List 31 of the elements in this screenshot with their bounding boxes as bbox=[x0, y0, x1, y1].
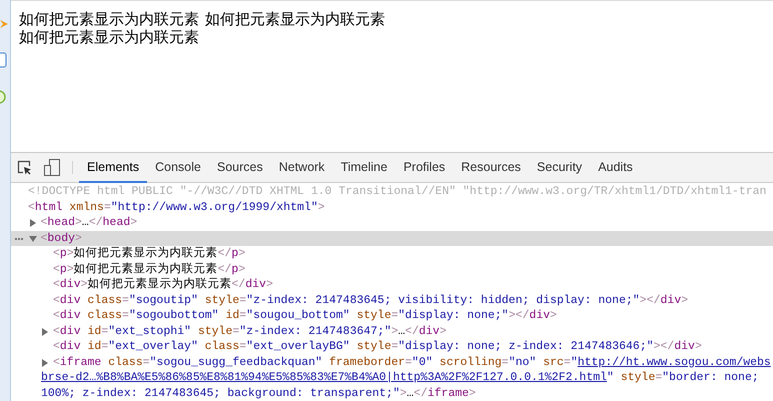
device-icon[interactable] bbox=[44, 158, 60, 176]
dom-node-line[interactable]: <div class="sogoutip" style="z-index: 2147483645; visibility: hidden; display: none;"></div> bbox=[41, 292, 773, 308]
devtools-tab[interactable]: Elements bbox=[79, 152, 148, 183]
dom-node-line[interactable]: <p>如何把元素显示为内联元素</p> bbox=[41, 246, 773, 262]
dom-node-line[interactable]: <div id="ext_overlay" class="ext_overlayBG" style="display: none; z-index: 2147483646;"></div> bbox=[41, 339, 773, 354]
devtools-tab[interactable]: Audits bbox=[590, 152, 641, 183]
devtools-tab[interactable]: Profiles bbox=[395, 152, 454, 183]
url-link[interactable]: http://ht.www.sogou.com/webs bbox=[578, 356, 771, 368]
page-text: 如何把元素显示为内联元素 bbox=[205, 11, 385, 29]
dom-node-line[interactable]: <p>如何把元素显示为内联元素</p> bbox=[41, 262, 773, 277]
devtools-tab[interactable]: Console bbox=[147, 152, 209, 183]
collapse-triangle-icon[interactable] bbox=[28, 234, 36, 242]
dom-node-line[interactable]: <head>…</head> bbox=[28, 215, 773, 230]
devtools-tab[interactable]: Network bbox=[270, 152, 333, 183]
dom-node-line[interactable]: <html xmlns="http://www.w3.org/1999/xhtml"> bbox=[16, 200, 773, 215]
devtools-tab[interactable]: Sources bbox=[208, 152, 271, 183]
expand-triangle-icon[interactable] bbox=[41, 358, 49, 366]
dom-node-line[interactable]: <div class="sogoubottom" id="sougou_bottom" style="display: none;"></div> bbox=[41, 308, 773, 324]
dom-node-line[interactable]: <div id="ext_stophi" style="z-index: 2147483647;">…</div> bbox=[41, 324, 773, 339]
dom-node-line[interactable]: <iframe class="sogou_sugg_feedbackquan" frameborder="0" scrolling="no" src="http://ht.www.sogou.com/webs brse-d2…%B8%BA%E5%86%85%E8%81%94%E5%85%83%E7%B4%A0|http%3A%2F%2F127.0.0.1%2F2.html" style="border: none; 100%; z-index: 2147483645; background: transparent;">…</iframe> bbox=[41, 354, 773, 401]
dom-node-line[interactable]: <div>如何把元素显示为内联元素</div> bbox=[41, 277, 773, 292]
page-text: 如何把元素显示为内联元素 bbox=[19, 29, 199, 47]
devtools-tab[interactable]: Timeline bbox=[332, 152, 396, 183]
url-link[interactable]: brse-d2…%B8%BA%E5%86%85%E8%81%94%E5%85%83%E7%B4%A0|http%3A%2F%2F127.0.0.1%2F2.html bbox=[41, 371, 607, 384]
expand-triangle-icon[interactable] bbox=[41, 328, 49, 336]
inspect-icon[interactable] bbox=[17, 160, 32, 175]
expand-triangle-icon[interactable] bbox=[28, 219, 36, 227]
devtools-tab[interactable]: Security bbox=[528, 152, 590, 183]
box-icon[interactable] bbox=[0, 52, 7, 68]
devtools-tab[interactable]: Resources bbox=[453, 152, 529, 183]
page-text: 如何把元素显示为内联元素 bbox=[19, 11, 199, 29]
